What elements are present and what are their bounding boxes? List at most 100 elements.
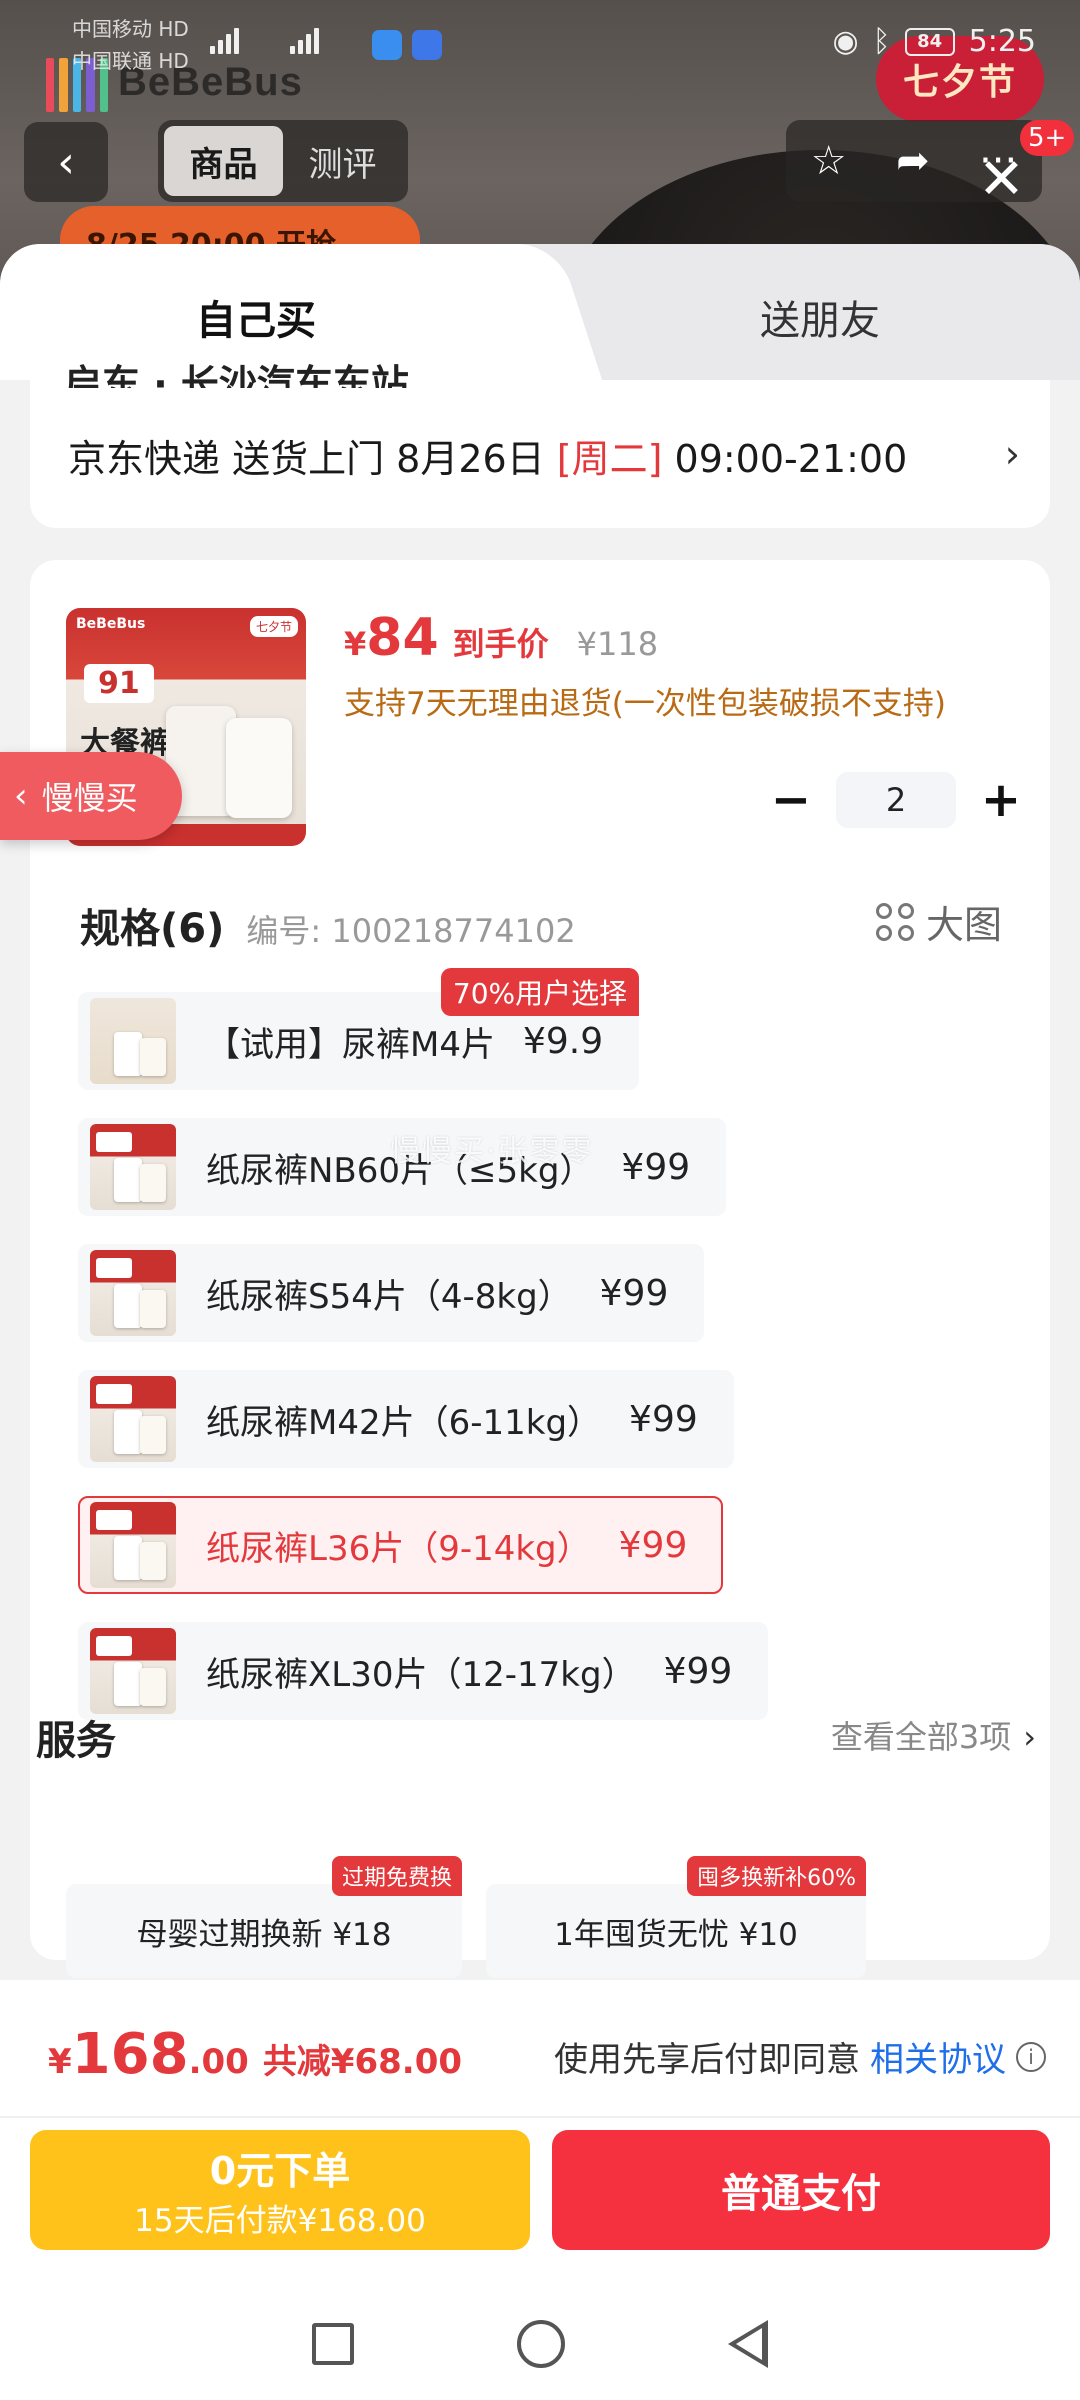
spec-option-l-selected[interactable]: 纸尿裤L36片（9-14kg） ¥99 bbox=[78, 1496, 724, 1594]
service-stockup-worry-free[interactable]: 1年囤货无忧 ¥10 囤多换新补60% bbox=[486, 1856, 866, 1978]
agreement-text: 使用先享后付即同意 相关协议 i bbox=[554, 2032, 1046, 2081]
delivery-card[interactable]: 启东 · 长沙汽车东站 京东快递 送货上门 8月26日 [周二] 09:00-2… bbox=[30, 362, 1050, 528]
slow-buy-label: 慢慢买 bbox=[41, 779, 138, 817]
spec-options: 【试用】尿裤M4片 ¥9.9 70%用户选择 纸尿裤NB60片（≤5kg） ¥9… bbox=[78, 968, 998, 1748]
delivery-info: 京东快递 送货上门 8月26日 [周二] 09:00-21:00 bbox=[68, 428, 907, 483]
decrease-button[interactable]: − bbox=[746, 772, 836, 828]
total-currency: ¥ bbox=[48, 2042, 72, 2082]
spec-option-xl[interactable]: 纸尿裤XL30片（12-17kg） ¥99 bbox=[78, 1622, 769, 1720]
tab-review[interactable]: 测评 bbox=[283, 126, 402, 196]
total-decimal: .00 bbox=[188, 2042, 249, 2082]
recent-apps-icon[interactable] bbox=[311, 2323, 354, 2365]
increase-button[interactable]: + bbox=[956, 772, 1046, 828]
total-price: ¥ 168 .00 共减¥68.00 bbox=[48, 2022, 462, 2087]
info-icon[interactable]: i bbox=[1016, 2041, 1046, 2072]
home-icon[interactable] bbox=[516, 2320, 565, 2368]
big-image-button[interactable]: 大图 bbox=[875, 894, 1002, 949]
spec-option-trial[interactable]: 【试用】尿裤M4片 ¥9.9 70%用户选择 bbox=[78, 968, 640, 1090]
spec-title: 规格(6) bbox=[80, 906, 225, 952]
diaper-bag-image-2 bbox=[226, 718, 292, 818]
option-label: 纸尿裤XL30片（12-17kg） bbox=[206, 1654, 636, 1695]
share-icon[interactable]: ➦ bbox=[896, 138, 930, 184]
option-label: 纸尿裤L36片（9-14kg） bbox=[206, 1528, 591, 1569]
service-badge: 囤多换新补60% bbox=[687, 1856, 866, 1896]
tab-product[interactable]: 商品 bbox=[164, 126, 283, 196]
option-thumbnail bbox=[90, 998, 176, 1084]
product-number: 编号: 100218774102 bbox=[246, 912, 576, 950]
agreement-link[interactable]: 相关协议 bbox=[870, 2032, 1006, 2081]
eye-icon: ◉ bbox=[832, 24, 859, 59]
delivery-time: 09:00-21:00 bbox=[662, 437, 908, 481]
service-label: 母婴过期换新 ¥18 bbox=[136, 1916, 392, 1953]
back-button[interactable]: ‹ bbox=[24, 122, 108, 202]
carrier-2: 中国联通 HD bbox=[72, 49, 189, 73]
option-thumbnail bbox=[90, 1250, 176, 1336]
signal-5g-icon bbox=[210, 24, 239, 54]
total-integer: 168 bbox=[71, 2022, 189, 2087]
option-label: 【试用】尿裤M4片 bbox=[206, 1024, 495, 1065]
service-expiry-renew[interactable]: 母婴过期换新 ¥18 过期免费换 bbox=[66, 1856, 462, 1978]
pay-later-title: 0元下单 bbox=[209, 2149, 351, 2193]
watermark-text: 慢慢买·张零零 bbox=[390, 1134, 594, 1169]
price-row: ¥ 84 到手价 ¥118 bbox=[344, 608, 658, 668]
popular-badge: 70%用户选择 bbox=[440, 968, 640, 1016]
price-currency: ¥ bbox=[344, 625, 367, 663]
thumb-price: 91 bbox=[84, 664, 154, 703]
option-thumbnail bbox=[90, 1628, 176, 1714]
tab-send-friend[interactable]: 送朋友 bbox=[760, 288, 880, 346]
signal-4g-icon bbox=[290, 24, 319, 54]
agreement-prefix: 使用先享后付即同意 bbox=[554, 2040, 860, 2080]
page-tabs: 商品 测评 bbox=[158, 120, 408, 202]
spec-header: 规格(6) 编号: 100218774102 bbox=[80, 896, 576, 954]
option-price: ¥9.9 bbox=[522, 1020, 604, 1062]
carrier-1: 中国移动 HD bbox=[72, 17, 189, 41]
chevron-right-icon: › bbox=[1004, 432, 1020, 476]
favorite-star-icon[interactable]: ☆ bbox=[811, 138, 847, 184]
final-price: 84 bbox=[366, 608, 439, 668]
chevron-left-icon: ‹ bbox=[14, 776, 28, 816]
bluetooth-icon: ᛒ bbox=[872, 24, 891, 59]
clock: 5:25 bbox=[968, 24, 1036, 59]
view-all-services[interactable]: 查看全部3项 › bbox=[831, 1712, 1036, 1758]
option-price: ¥99 bbox=[663, 1650, 733, 1692]
original-price: ¥118 bbox=[576, 625, 659, 663]
grid-icon bbox=[875, 902, 914, 941]
address-text: 启东 · 长沙汽车东站 bbox=[64, 362, 409, 388]
tab-self-buy[interactable]: 自己买 bbox=[196, 288, 316, 346]
slow-buy-floating-button[interactable]: ‹ 慢慢买 bbox=[0, 752, 182, 840]
return-policy: 支持7天无理由退货(一次性包装破损不支持) bbox=[344, 686, 946, 722]
divider bbox=[0, 2116, 1080, 2118]
delivery-prefix: 京东快递 送货上门 8月26日 bbox=[68, 437, 557, 481]
option-price: ¥99 bbox=[599, 1272, 669, 1314]
option-price: ¥99 bbox=[618, 1524, 688, 1566]
delivery-weekday: [周二] bbox=[556, 437, 663, 481]
quantity-stepper: − 2 + bbox=[746, 772, 1046, 828]
notification-app-icon bbox=[372, 30, 402, 60]
view-all-label: 查看全部3项 bbox=[830, 1718, 1012, 1756]
battery-icon: 84 bbox=[904, 27, 955, 56]
big-image-label: 大图 bbox=[925, 903, 1002, 947]
thumb-tag: 七夕节 bbox=[249, 616, 298, 637]
notification-app-icon-2 bbox=[412, 30, 442, 60]
system-nav-bar bbox=[0, 2288, 1080, 2400]
thumb-brand: BeBeBus bbox=[76, 616, 146, 632]
close-sheet-icon[interactable]: ✕ bbox=[978, 152, 1025, 208]
service-label: 1年囤货无忧 ¥10 bbox=[554, 1916, 798, 1953]
pay-later-button[interactable]: 0元下单 15天后付款¥168.00 bbox=[30, 2130, 530, 2250]
back-nav-icon[interactable] bbox=[728, 2320, 769, 2368]
option-thumbnail bbox=[90, 1376, 176, 1462]
option-price: ¥99 bbox=[629, 1398, 698, 1440]
spec-option-s[interactable]: 纸尿裤S54片（4-8kg） ¥99 bbox=[78, 1244, 705, 1342]
final-price-label: 到手价 bbox=[452, 625, 549, 663]
chevron-left-icon: ‹ bbox=[57, 136, 75, 188]
option-label: 纸尿裤M42片（6-11kg） bbox=[206, 1402, 602, 1443]
chevron-right-icon: › bbox=[1023, 1718, 1036, 1756]
quantity-input[interactable]: 2 bbox=[836, 772, 956, 828]
services-title: 服务 bbox=[36, 1718, 116, 1764]
notification-badge: 5+ bbox=[1020, 120, 1075, 156]
spec-option-m[interactable]: 纸尿裤M42片（6-11kg） ¥99 bbox=[78, 1370, 734, 1468]
pay-now-button[interactable]: 普通支付 bbox=[552, 2130, 1050, 2250]
service-badge: 过期免费换 bbox=[331, 1856, 462, 1896]
option-thumbnail bbox=[90, 1124, 176, 1210]
option-label: 纸尿裤S54片（4-8kg） bbox=[206, 1276, 572, 1317]
